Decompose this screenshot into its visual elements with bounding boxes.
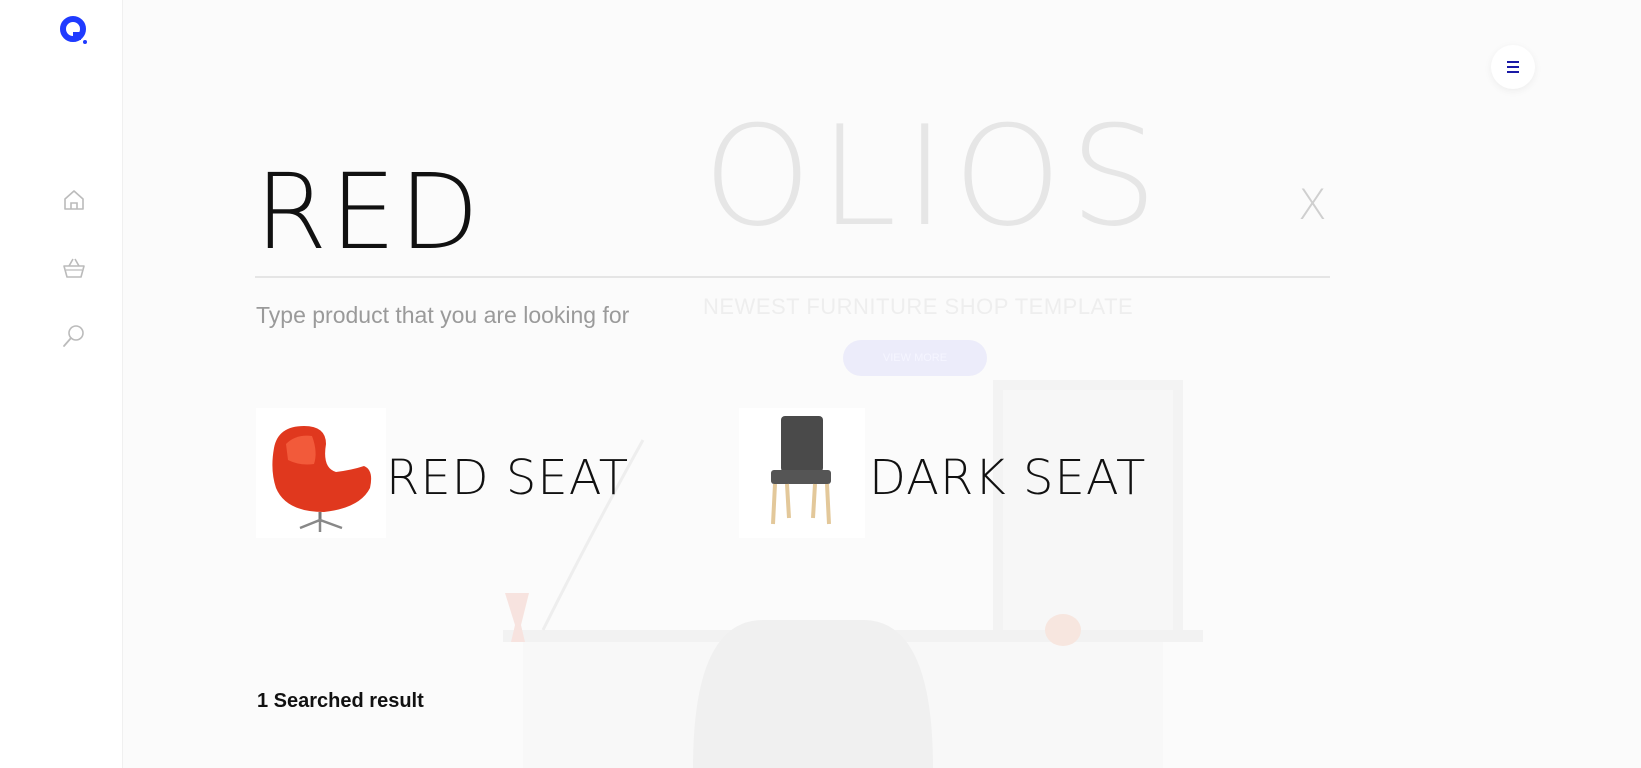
search-result-count: 1 Searched result (257, 690, 424, 712)
search-result-item[interactable]: DARK SEAT (739, 408, 1145, 538)
close-search-button[interactable]: X (1298, 180, 1327, 229)
logo[interactable] (58, 14, 90, 46)
search-hint: Type product that you are looking for (256, 302, 630, 328)
menu-icon (1507, 61, 1519, 63)
search-bar (255, 150, 1330, 278)
menu-button[interactable] (1491, 45, 1535, 89)
search-icon (63, 325, 84, 347)
product-name: DARK SEAT (869, 450, 1147, 506)
home-icon (64, 190, 84, 210)
basket-icon (63, 258, 85, 278)
sidebar-item-home[interactable] (60, 186, 88, 214)
product-name: RED SEAT (386, 450, 630, 506)
product-thumbnail (739, 408, 865, 538)
product-thumbnail (256, 408, 386, 538)
search-input[interactable] (255, 150, 1155, 275)
search-result-item[interactable]: RED SEAT (256, 408, 628, 538)
sidebar-item-search[interactable] (60, 322, 88, 350)
dark-grey-chair-image (771, 416, 831, 525)
hero-subtitle: NEWEST FURNITURE SHOP TEMPLATE (703, 294, 1134, 319)
logo-icon (60, 16, 87, 44)
view-more-button[interactable]: VIEW MORE (843, 340, 987, 376)
hero-background: OLIOS NEWEST FURNITURE SHOP TEMPLATE VIE… (123, 0, 1641, 768)
red-egg-chair-image (272, 426, 372, 532)
sidebar-item-basket[interactable] (60, 254, 88, 282)
sidebar (0, 0, 123, 768)
